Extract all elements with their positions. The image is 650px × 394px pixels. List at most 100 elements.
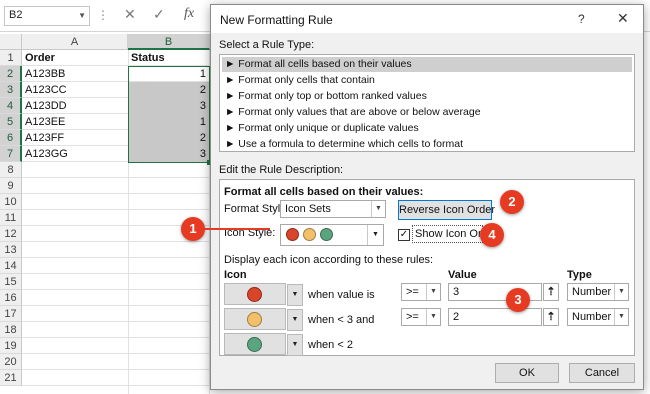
order-cell[interactable]: A123BB (22, 66, 128, 82)
help-icon[interactable]: ? (578, 12, 585, 26)
red-circle-icon (286, 228, 299, 241)
insert-function-icon[interactable]: fx (184, 6, 194, 22)
chevron-down-icon[interactable]: ▼ (78, 11, 86, 20)
column-header-b[interactable]: B (128, 34, 210, 50)
icon-column-header: Icon (224, 269, 247, 281)
dialog-title: New Formatting Rule (220, 13, 333, 27)
gridline (22, 353, 210, 354)
new-formatting-rule-dialog: New Formatting Rule ? ✕ Select a Rule Ty… (210, 4, 644, 390)
cancel-entry-icon[interactable]: ✕ (124, 6, 136, 23)
icon-style-select[interactable]: ▼ (280, 224, 384, 246)
select-all-corner[interactable] (0, 34, 22, 50)
row-header[interactable]: 16 (0, 290, 22, 306)
type-select-2[interactable]: Number ▼ (567, 308, 629, 326)
value-input-2[interactable]: 2 (448, 308, 542, 326)
rule-description-panel: Format all cells based on their values: … (219, 179, 635, 356)
gridline (22, 321, 210, 322)
display-each-icon-label: Display each icon according to these rul… (224, 254, 434, 266)
dialog-titlebar: New Formatting Rule ? ✕ (211, 5, 643, 33)
operator-value: >= (406, 286, 419, 298)
cell-reference-icon[interactable]: ⇡ (543, 283, 559, 301)
icon-picker-3[interactable]: ▼ (224, 333, 303, 356)
format-all-label: Format all cells based on their values: (224, 186, 424, 198)
callout-1: 1 (181, 217, 205, 241)
row-header[interactable]: 15 (0, 274, 22, 290)
chevron-down-icon: ▼ (426, 284, 440, 300)
more-options-icon[interactable]: ⋮ (97, 8, 110, 22)
cell-reference-icon[interactable]: ⇡ (543, 308, 559, 326)
row-header[interactable]: 19 (0, 338, 22, 354)
rule-type-list[interactable]: ► Format all cells based on their values… (219, 54, 635, 152)
row-header[interactable]: 17 (0, 306, 22, 322)
chevron-down-icon: ▼ (371, 201, 385, 217)
chevron-down-icon[interactable]: ▼ (287, 284, 303, 306)
row-header[interactable]: 2 (0, 66, 22, 82)
order-cell[interactable]: A123GG (22, 146, 128, 162)
column-header-a[interactable]: A (22, 34, 128, 50)
callout-3: 3 (506, 288, 530, 312)
order-cell[interactable]: A123EE (22, 114, 128, 130)
yellow-circle-icon (247, 312, 262, 327)
row-header[interactable]: 13 (0, 242, 22, 258)
icon-picker-2[interactable]: ▼ (224, 308, 303, 331)
confirm-entry-icon[interactable]: ✓ (153, 6, 165, 23)
gridline (22, 289, 210, 290)
row-header[interactable]: 4 (0, 98, 22, 114)
gridline (22, 273, 210, 274)
order-cell[interactable]: A123CC (22, 82, 128, 98)
gridline (22, 337, 210, 338)
cell-b1[interactable]: Status (128, 50, 210, 66)
select-rule-type-label: Select a Rule Type: (219, 39, 315, 51)
chevron-down-icon[interactable]: ▼ (287, 309, 303, 331)
callout-4: 4 (480, 223, 504, 247)
row-header[interactable]: 20 (0, 354, 22, 370)
rule-2-text: when < 3 and (308, 314, 375, 326)
close-icon[interactable]: ✕ (617, 10, 629, 27)
ok-button[interactable]: OK (495, 363, 559, 383)
row-header[interactable]: 10 (0, 194, 22, 210)
gridline (22, 369, 210, 370)
chevron-down-icon[interactable]: ▼ (287, 334, 303, 356)
row-header[interactable]: 12 (0, 226, 22, 242)
type-select-1[interactable]: Number ▼ (567, 283, 629, 301)
row-header[interactable]: 7 (0, 146, 22, 162)
row-header[interactable]: 1 (0, 50, 22, 66)
order-cell[interactable]: A123FF (22, 130, 128, 146)
rule-type-item[interactable]: ► Format only cells that contain (222, 73, 632, 88)
chevron-down-icon: ▼ (367, 225, 383, 245)
operator-value: >= (406, 311, 419, 323)
row-header[interactable]: 5 (0, 114, 22, 130)
operator-select-1[interactable]: >= ▼ (401, 283, 441, 301)
rule-type-item[interactable]: ► Format only values that are above or b… (222, 105, 632, 120)
format-style-select[interactable]: Icon Sets ▼ (280, 200, 386, 218)
cancel-button[interactable]: Cancel (569, 363, 635, 383)
row-header[interactable]: 11 (0, 210, 22, 226)
rule-type-item[interactable]: ► Format only unique or duplicate values (222, 121, 632, 136)
show-icon-only-checkbox[interactable]: ✓ (398, 229, 410, 241)
row-header[interactable]: 6 (0, 130, 22, 146)
row-header[interactable]: 21 (0, 370, 22, 386)
icon-picker-1[interactable]: ▼ (224, 283, 303, 306)
row-header[interactable]: 9 (0, 178, 22, 194)
operator-select-2[interactable]: >= ▼ (401, 308, 441, 326)
row-header[interactable]: 14 (0, 258, 22, 274)
chevron-down-icon: ▼ (614, 309, 628, 325)
cell-a1[interactable]: Order (22, 50, 128, 66)
rule-type-item[interactable]: ► Format only top or bottom ranked value… (222, 89, 632, 104)
yellow-circle-icon (303, 228, 316, 241)
name-box[interactable]: B2 ▼ (4, 6, 90, 26)
format-style-value: Icon Sets (285, 203, 331, 215)
rule-type-item[interactable]: ► Format all cells based on their values (222, 57, 632, 72)
red-circle-icon (247, 287, 262, 302)
edit-description-label: Edit the Rule Description: (219, 164, 344, 176)
row-header[interactable]: 8 (0, 162, 22, 178)
row-header[interactable]: 18 (0, 322, 22, 338)
rule-type-item[interactable]: ► Use a formula to determine which cells… (222, 137, 632, 152)
gridline (22, 193, 210, 194)
row-header[interactable]: 3 (0, 82, 22, 98)
name-box-value: B2 (9, 9, 23, 21)
order-cell[interactable]: A123DD (22, 98, 128, 114)
gridline (22, 305, 210, 306)
reverse-icon-order-button[interactable]: Reverse Icon Order (398, 200, 495, 220)
green-circle-icon (320, 228, 333, 241)
